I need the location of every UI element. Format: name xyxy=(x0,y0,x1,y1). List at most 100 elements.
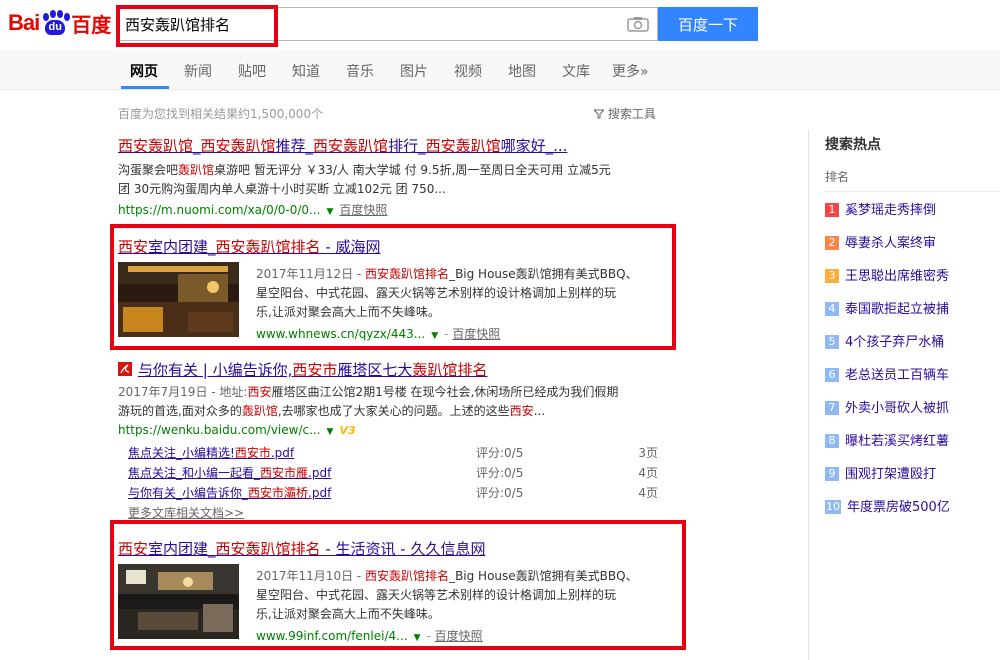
search-result: 西安室内团建_西安轰趴馆排名 - 生活资讯 - 久久信息网 xyxy=(118,538,678,559)
result-url[interactable]: https://wenku.baidu.com/view/c... xyxy=(118,423,321,437)
result-url[interactable]: www.whnews.cn/qyzx/443... xyxy=(256,327,425,341)
hot-search-divider xyxy=(825,191,1000,192)
hot-search-text: 奚梦瑶走秀摔倒 xyxy=(845,203,937,218)
hot-search-item[interactable]: 4 泰国歌拒起立被捕 xyxy=(825,298,949,317)
tab-more[interactable]: 更多» xyxy=(612,61,649,81)
result-thumbnail[interactable] xyxy=(118,262,239,337)
tab-images[interactable]: 图片 xyxy=(400,61,428,81)
result-title-link[interactable]: 西安室内团建_西安轰趴馆排名 - 生活资讯 - 久久信息网 xyxy=(118,538,678,559)
hot-search-text: 王思聪出席维密秀 xyxy=(845,269,950,284)
search-result: 西安轰趴馆_西安轰趴馆推荐_西安轰趴馆排行_西安轰趴馆哪家好_... 沟蛋聚会吧… xyxy=(118,135,658,218)
logo-bai-text: Bai xyxy=(8,10,40,35)
hot-search-text: 外卖小哥砍人被抓 xyxy=(845,401,950,416)
hot-search-item[interactable]: 7 外卖小哥砍人被抓 xyxy=(825,397,949,416)
hot-search-text: 辱妻杀人案终审 xyxy=(845,236,937,251)
chevron-down-icon[interactable]: ▼ xyxy=(414,633,421,643)
tab-map[interactable]: 地图 xyxy=(508,61,536,81)
chevron-down-icon[interactable]: ▼ xyxy=(327,427,334,437)
hot-search-text: 曝杜若溪买烤红薯 xyxy=(845,434,950,449)
baidu-logo[interactable]: Bai du 百度 xyxy=(8,6,111,40)
more-docs-link[interactable]: 更多文库相关文档>> xyxy=(128,504,244,521)
v3-badge: V3 xyxy=(339,424,356,437)
hot-search-item[interactable]: 3 王思聪出席维密秀 xyxy=(825,265,949,284)
hot-search-text: 围观打架遭殴打 xyxy=(845,467,937,482)
pdf-icon xyxy=(118,362,132,376)
search-result: 与你有关 | 小编告诉你,西安市雁塔区七大轰趴馆排名 2017年7月19日 - … xyxy=(118,359,678,438)
result-meta: www.99inf.com/fenlei/4... ▼ - 百度快照 xyxy=(256,629,483,643)
rank-badge: 9 xyxy=(825,467,839,481)
doc-list-item: 焦点关注_和小编一起看_西安市雁.pdf 评分:0/5 4页 xyxy=(128,464,658,481)
result-body: 2017年11月10日 - 西安轰趴馆排名_Big House轰趴馆拥有美式BB… xyxy=(256,567,666,644)
hot-search-rank-header: 排名 xyxy=(825,170,850,184)
snapshot-link[interactable]: 百度快照 xyxy=(452,327,500,341)
hot-search-item[interactable]: 9 围观打架遭殴打 xyxy=(825,463,936,482)
result-abstract: 2017年7月19日 - 地址:西安雁塔区曲江公馆2期1号楼 在现今社会,休闲场… xyxy=(118,385,619,418)
chevron-down-icon[interactable]: ▼ xyxy=(431,331,438,341)
tab-zhidao[interactable]: 知道 xyxy=(292,61,320,81)
result-meta: https://wenku.baidu.com/view/c... ▼ V3 xyxy=(118,423,678,438)
camera-icon[interactable] xyxy=(627,16,649,32)
tab-music[interactable]: 音乐 xyxy=(346,61,374,81)
rank-badge: 5 xyxy=(825,335,839,349)
search-tools-button[interactable]: 搜索工具 xyxy=(592,105,656,122)
result-abstract: 2017年11月12日 - 西安轰趴馆排名_Big House轰趴馆拥有美式BB… xyxy=(256,267,638,319)
hot-search-item[interactable]: 8 曝杜若溪买烤红薯 xyxy=(825,430,949,449)
result-url[interactable]: https://m.nuomi.com/xa/0/0-0/0... xyxy=(118,203,320,217)
hot-search-text: 4个孩子弃尸水桶 xyxy=(845,335,945,350)
tab-tieba[interactable]: 贴吧 xyxy=(238,61,266,81)
rank-badge: 8 xyxy=(825,434,839,448)
hot-search-item[interactable]: 1 奚梦瑶走秀摔倒 xyxy=(825,199,936,218)
doc-pages: 4页 xyxy=(638,486,658,500)
active-tab-indicator xyxy=(121,86,169,89)
hot-search-text: 泰国歌拒起立被捕 xyxy=(845,302,950,317)
tab-web[interactable]: 网页 xyxy=(130,61,158,81)
rank-badge: 2 xyxy=(825,236,839,250)
hot-search-text: 年度票房破500亿 xyxy=(847,500,950,515)
sidebar-divider xyxy=(808,130,809,660)
doc-list-item: 焦点关注_小编精选!西安市.pdf 评分:0/5 3页 xyxy=(128,444,658,461)
rank-badge: 3 xyxy=(825,269,839,283)
result-url[interactable]: www.99inf.com/fenlei/4... xyxy=(256,629,408,643)
doc-rating: 评分:0/5 xyxy=(476,446,524,460)
snapshot-link[interactable]: 百度快照 xyxy=(339,203,387,217)
paw-icon: du xyxy=(40,10,71,36)
chevron-down-icon[interactable]: ▼ xyxy=(326,207,333,217)
hot-search-item[interactable]: 10 年度票房破500亿 xyxy=(825,496,950,515)
search-button[interactable]: 百度一下 xyxy=(658,7,758,41)
hot-search-item[interactable]: 2 辱妻杀人案终审 xyxy=(825,232,936,251)
doc-link[interactable]: 焦点关注_和小编一起看_西安市雁.pdf xyxy=(128,466,331,480)
result-title-link[interactable]: 西安室内团建_西安轰趴馆排名 - 威海网 xyxy=(118,236,668,257)
rank-badge: 1 xyxy=(825,203,839,217)
snapshot-link[interactable]: 百度快照 xyxy=(435,629,483,643)
result-title-link[interactable]: 西安轰趴馆_西安轰趴馆推荐_西安轰趴馆排行_西安轰趴馆哪家好_... xyxy=(118,135,658,156)
doc-rating: 评分:0/5 xyxy=(476,486,524,500)
result-thumbnail[interactable] xyxy=(118,564,239,639)
hot-search-text: 老总送员工百辆车 xyxy=(845,368,950,383)
tab-news[interactable]: 新闻 xyxy=(184,61,212,81)
rank-badge: 10 xyxy=(825,500,841,514)
doc-link[interactable]: 焦点关注_小编精选!西安市.pdf xyxy=(128,446,294,460)
tab-wenku[interactable]: 文库 xyxy=(562,61,590,81)
doc-rating: 评分:0/5 xyxy=(476,466,524,480)
result-abstract: 沟蛋聚会吧轰趴馆桌游吧 暂无评分 ￥33/人 南大学城 付 9.5折,周一至周日… xyxy=(118,163,611,196)
doc-list-item: 与你有关_小编告诉你_西安市灞桥.pdf 评分:0/5 4页 xyxy=(128,484,658,501)
header: Bai du 百度 百度一下 xyxy=(0,0,1000,50)
search-highlight-box xyxy=(116,5,278,47)
search-tools-label: 搜索工具 xyxy=(607,107,656,121)
filter-icon xyxy=(592,109,606,119)
result-title-link[interactable]: 与你有关 | 小编告诉你,西安市雁塔区七大轰趴馆排名 xyxy=(118,359,678,380)
result-abstract: 2017年11月10日 - 西安轰趴馆排名_Big House轰趴馆拥有美式BB… xyxy=(256,569,638,621)
result-meta: https://m.nuomi.com/xa/0/0-0/0... ▼ 百度快照 xyxy=(118,201,658,218)
rank-badge: 6 xyxy=(825,368,839,382)
result-count: 百度为您找到相关结果约1,500,000个 xyxy=(118,107,324,121)
hot-search-item[interactable]: 6 老总送员工百辆车 xyxy=(825,364,949,383)
doc-link[interactable]: 与你有关_小编告诉你_西安市灞桥.pdf xyxy=(128,486,331,500)
doc-pages: 4页 xyxy=(638,466,658,480)
hot-search-item[interactable]: 5 4个孩子弃尸水桶 xyxy=(825,331,944,350)
tab-video[interactable]: 视频 xyxy=(454,61,482,81)
result-body: 2017年11月12日 - 西安轰趴馆排名_Big House轰趴馆拥有美式BB… xyxy=(256,265,666,342)
logo-cn-text: 百度 xyxy=(71,12,112,37)
rank-badge: 4 xyxy=(825,302,839,316)
nav-tabs: 网页 新闻 贴吧 知道 音乐 图片 视频 地图 文库 更多» xyxy=(0,50,1000,90)
result-meta: www.whnews.cn/qyzx/443... ▼ - 百度快照 xyxy=(256,327,501,341)
